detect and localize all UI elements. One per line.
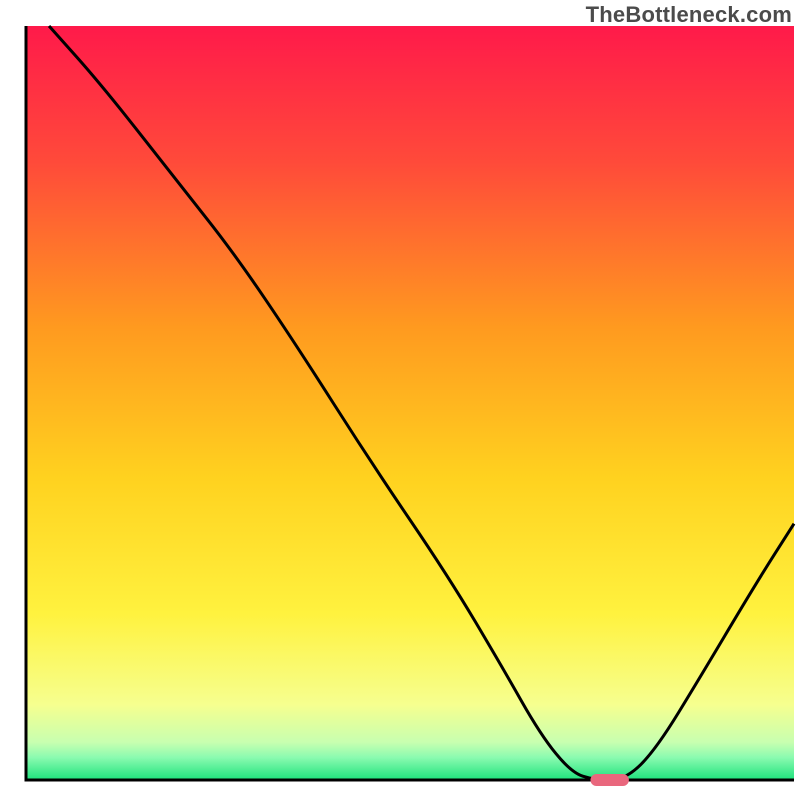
optimal-marker bbox=[590, 774, 628, 786]
watermark-text: TheBottleneck.com bbox=[586, 2, 792, 28]
bottleneck-chart bbox=[0, 0, 800, 800]
chart-container: { "watermark": "TheBottleneck.com", "cha… bbox=[0, 0, 800, 800]
plot-background bbox=[26, 26, 794, 780]
